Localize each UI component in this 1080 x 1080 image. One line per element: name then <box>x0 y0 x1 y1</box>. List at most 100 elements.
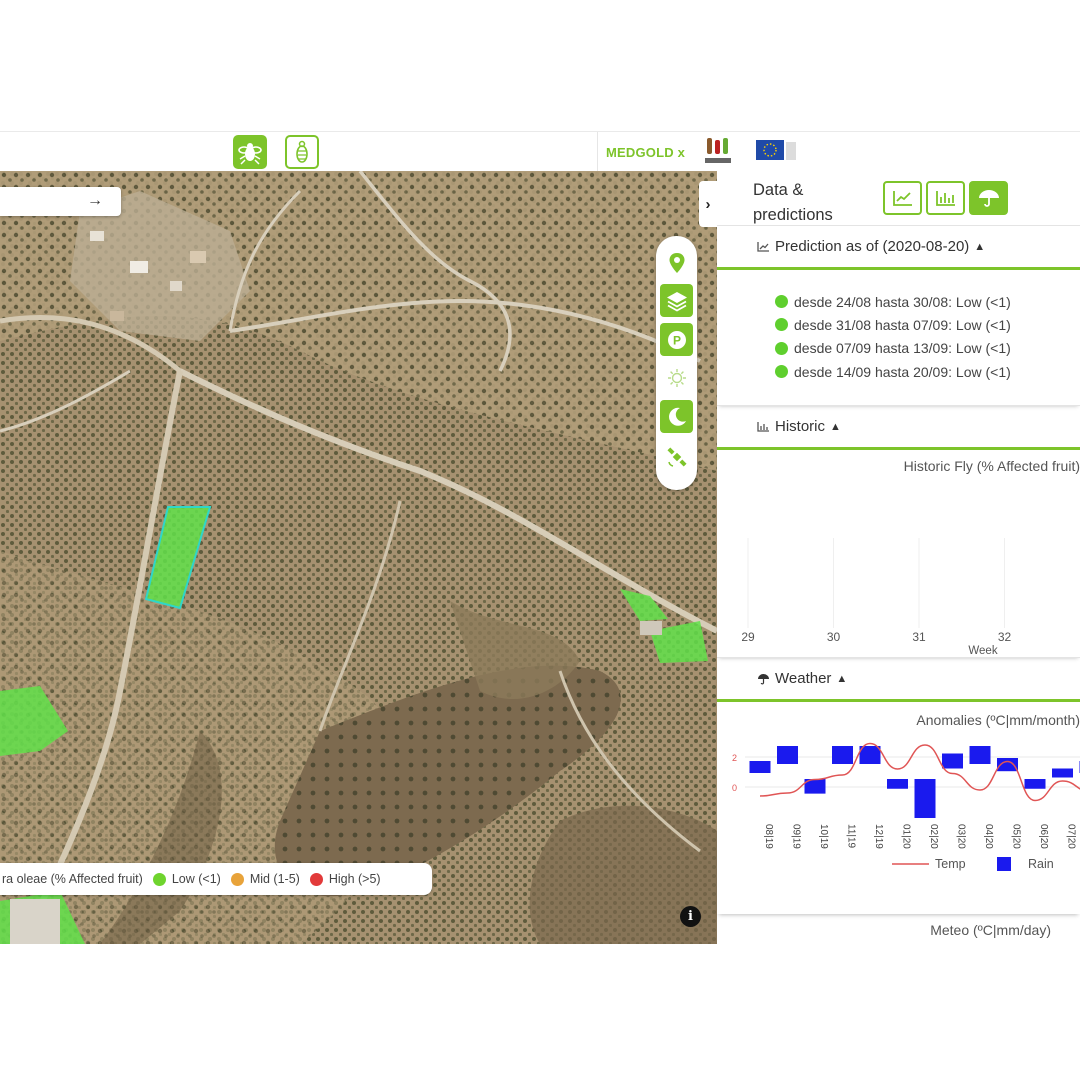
legend-high-dot <box>309 872 323 886</box>
info-button[interactable]: i <box>680 906 701 927</box>
map-search-box[interactable]: → <box>0 187 121 216</box>
olive-fly-larva-button[interactable] <box>285 135 319 169</box>
legend-temp-label: Temp <box>935 857 966 871</box>
legend-mid-dot <box>230 872 244 886</box>
prediction-title-text: Prediction as of (2020-08-20) <box>775 238 970 255</box>
prediction-item-text: desde 07/09 hasta 13/09: Low (<1) <box>794 340 1011 357</box>
weather-tab-button[interactable] <box>969 181 1008 215</box>
list-item: desde 24/08 hasta 30/08: Low (<1) <box>775 290 1011 313</box>
chevron-up-icon: ▲ <box>974 240 986 253</box>
weather-section: Weather ▲ Anomalies (ºC|mm/month) 0 2 08|1… <box>717 657 1080 914</box>
panel-title-line1: Data & <box>753 181 804 199</box>
historic-divider <box>717 447 1080 450</box>
data-predictions-panel: Data & predictions Prediction as of (202… <box>717 171 1080 971</box>
list-item: desde 14/09 hasta 20/09: Low (<1) <box>775 360 1011 383</box>
x-tick-label: 03|20 <box>956 824 967 849</box>
legend-title: ra oleae (% Affected fruit) <box>2 872 143 886</box>
prediction-item-text: desde 24/08 hasta 30/08: Low (<1) <box>794 293 1011 310</box>
low-risk-dot <box>775 365 788 379</box>
prediction-tab-button[interactable] <box>883 181 922 215</box>
legend-rain-label: Rain <box>1028 857 1054 871</box>
low-risk-dot <box>775 318 788 332</box>
historic-chart-title: Historic Fly (% Affected fruit) <box>903 458 1080 474</box>
layers-button[interactable] <box>660 284 693 317</box>
rain-bar <box>749 761 771 773</box>
historic-tab-button[interactable] <box>926 181 965 215</box>
bar-chart-icon <box>757 422 769 432</box>
eu-flag-logo <box>756 140 796 160</box>
list-item: desde 07/09 hasta 13/09: Low (<1) <box>775 337 1011 360</box>
olive-fly-larva-icon <box>296 140 308 163</box>
prediction-item-text: desde 14/09 hasta 20/09: Low (<1) <box>794 363 1011 380</box>
x-tick-label: 31 <box>912 630 926 644</box>
location-pin-button[interactable] <box>660 246 693 279</box>
x-tick-label: 02|20 <box>928 824 939 849</box>
satellite-map[interactable]: → › P ra oleae (% Affected fruit) Low (<… <box>0 171 717 944</box>
panel-header: Data & predictions <box>717 171 1080 225</box>
panel-toggle-button[interactable]: › <box>699 181 717 227</box>
x-tick-label: 32 <box>998 630 1012 644</box>
x-tick-label: 06|20 <box>1038 824 1049 849</box>
layers-icon <box>666 291 687 312</box>
list-item: desde 31/08 hasta 07/09: Low (<1) <box>775 313 1011 336</box>
legend-rain-swatch <box>997 857 1011 871</box>
x-tick-label: 08|19 <box>763 824 774 849</box>
x-tick-label: 10|19 <box>818 824 829 849</box>
legend-mid-label: Mid (1-5) <box>249 872 300 886</box>
rain-bar <box>942 753 963 769</box>
medgold-logo <box>705 138 731 163</box>
y-tick-label: 0 <box>732 783 737 793</box>
weather-divider <box>717 699 1080 702</box>
rain-bar <box>914 779 936 818</box>
rain-bar <box>969 746 991 764</box>
legend-low-dot <box>152 872 166 886</box>
location-pin-icon <box>669 252 684 273</box>
x-tick-label: 30 <box>827 630 841 644</box>
historic-section-header[interactable]: Historic ▲ <box>717 406 1080 450</box>
satellite-button[interactable] <box>660 440 693 473</box>
x-tick-label: 05|20 <box>1011 824 1022 849</box>
x-axis-label: Week <box>968 645 997 657</box>
historic-title-text: Historic <box>775 418 826 435</box>
brand-separator <box>597 132 598 172</box>
x-tick-label: 09|19 <box>791 824 802 849</box>
sun-icon <box>667 368 686 387</box>
night-mode-button[interactable] <box>660 400 693 433</box>
x-tick-label: 07|20 <box>1066 824 1077 849</box>
y-tick-label: 2 <box>732 753 737 763</box>
low-risk-dot <box>775 341 788 355</box>
panel-title: Data & predictions <box>753 178 833 228</box>
historic-fly-chart: 0,50,60,729303132Week <box>741 538 1012 657</box>
olive-fly-button[interactable] <box>233 135 267 169</box>
prediction-divider <box>717 267 1080 270</box>
prediction-title: Prediction as of (2020-08-20) ▲ <box>757 238 985 255</box>
parking-button[interactable]: P <box>660 323 693 356</box>
rain-bar <box>1052 768 1073 778</box>
historic-section: Historic ▲ Historic Fly (% Affected frui… <box>717 405 1080 657</box>
prediction-section-header[interactable]: Prediction as of (2020-08-20) ▲ <box>717 226 1080 270</box>
legend-low-label: Low (<1) <box>171 872 221 886</box>
anomalies-chart-title: Anomalies (ºC|mm/month) <box>916 712 1080 728</box>
rain-bar <box>1024 779 1046 789</box>
map-legend: ra oleae (% Affected fruit) Low (<1) Mid… <box>0 863 432 895</box>
search-arrow-icon[interactable]: → <box>87 192 103 210</box>
weather-title: Weather ▲ <box>757 670 847 687</box>
legend-high-label: High (>5) <box>328 872 381 886</box>
rain-bar <box>777 746 798 764</box>
x-tick-label: 04|20 <box>983 824 994 849</box>
line-chart-icon <box>892 191 912 206</box>
prediction-list: desde 24/08 hasta 30/08: Low (<1) desde … <box>775 290 1011 383</box>
x-tick-label: 11|19 <box>846 824 857 849</box>
map-tools-bar: P <box>656 236 697 490</box>
bar-chart-icon <box>935 191 955 206</box>
meteo-chart-title: Meteo (ºC|mm/day) <box>930 922 1051 938</box>
brand-text: MEDGOLD x <box>606 145 686 160</box>
umbrella-icon <box>758 673 769 684</box>
day-mode-button[interactable] <box>660 361 693 394</box>
top-bar: MEDGOLD x <box>0 131 1080 172</box>
svg-text:P: P <box>672 333 680 347</box>
weather-section-header[interactable]: Weather ▲ <box>717 658 1080 702</box>
x-tick-label: 12|19 <box>873 824 884 849</box>
x-tick-label: 29 <box>741 630 755 644</box>
umbrella-icon <box>978 190 999 207</box>
